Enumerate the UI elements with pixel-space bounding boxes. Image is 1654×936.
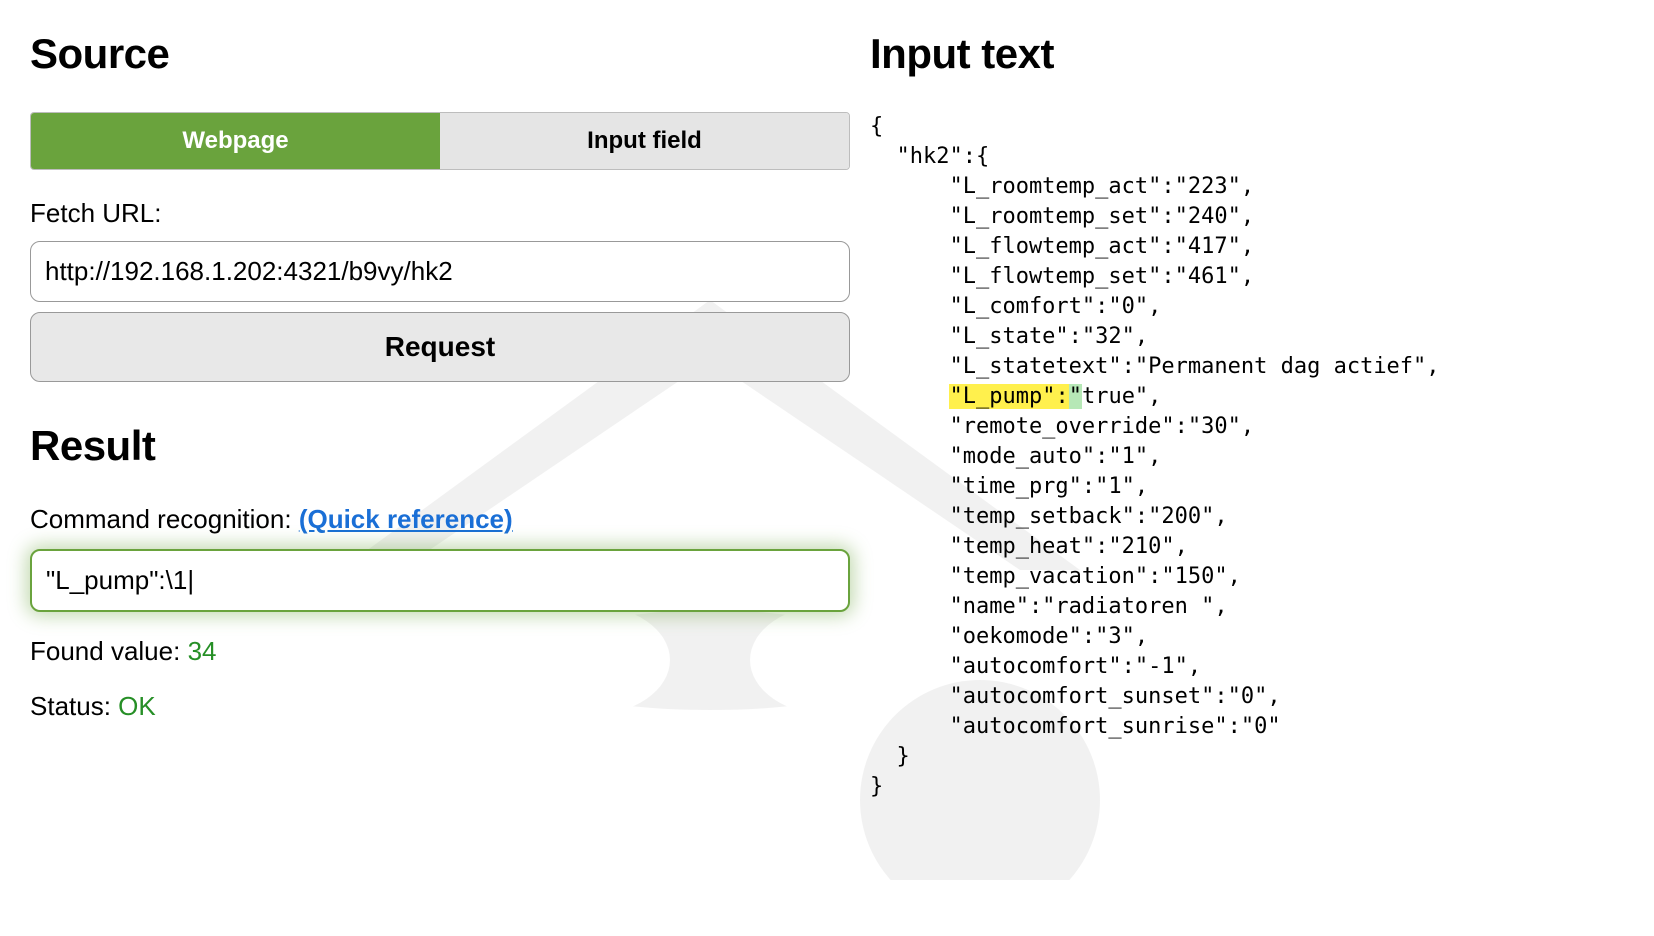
request-button[interactable]: Request — [30, 312, 850, 382]
json-line: "L_state":"32", — [870, 322, 1624, 352]
result-heading: Result — [30, 422, 850, 470]
status-label: Status: — [30, 691, 118, 721]
status-row: Status: OK — [30, 691, 850, 722]
fetch-url-input[interactable] — [30, 241, 850, 302]
command-recognition-label: Command recognition: — [30, 504, 299, 534]
source-tabs: Webpage Input field — [30, 112, 850, 170]
json-line: "L_statetext":"Permanent dag actief", — [870, 352, 1624, 382]
fetch-url-label: Fetch URL: — [30, 198, 850, 229]
tab-input-field[interactable]: Input field — [440, 113, 849, 169]
json-line: "hk2":{ — [870, 142, 1624, 172]
json-line: "temp_setback":"200", — [870, 502, 1624, 532]
json-line: "L_flowtemp_act":"417", — [870, 232, 1624, 262]
input-text-json: { "hk2":{ "L_roomtemp_act":"223", "L_roo… — [870, 112, 1624, 802]
json-line: "L_flowtemp_set":"461", — [870, 262, 1624, 292]
json-line: "L_comfort":"0", — [870, 292, 1624, 322]
found-value-label: Found value: — [30, 636, 188, 666]
found-value-row: Found value: 34 — [30, 636, 850, 667]
json-line: { — [870, 112, 1624, 142]
json-line: "autocomfort_sunrise":"0" — [870, 712, 1624, 742]
json-line: "mode_auto":"1", — [870, 442, 1624, 472]
command-recognition-row: Command recognition: (Quick reference) — [30, 504, 850, 535]
json-line: "L_roomtemp_act":"223", — [870, 172, 1624, 202]
status-value: OK — [118, 691, 156, 721]
json-line: "oekomode":"3", — [870, 622, 1624, 652]
tab-webpage[interactable]: Webpage — [31, 113, 440, 169]
json-line: } — [870, 772, 1624, 802]
json-line: "remote_override":"30", — [870, 412, 1624, 442]
json-line: "time_prg":"1", — [870, 472, 1624, 502]
json-line: "L_pump":"true", — [870, 382, 1624, 412]
json-line: "name":"radiatoren ", — [870, 592, 1624, 622]
json-highlight-key: "L_pump": — [949, 384, 1068, 409]
quick-reference-link[interactable]: (Quick reference) — [299, 504, 513, 534]
command-recognition-input[interactable] — [30, 549, 850, 612]
json-line: "autocomfort":"-1", — [870, 652, 1624, 682]
json-highlight-value: " — [1069, 384, 1082, 409]
json-line: "L_roomtemp_set":"240", — [870, 202, 1624, 232]
json-line: "autocomfort_sunset":"0", — [870, 682, 1624, 712]
source-heading: Source — [30, 30, 850, 78]
json-line: "temp_heat":"210", — [870, 532, 1624, 562]
found-value: 34 — [188, 636, 217, 666]
json-line: } — [870, 742, 1624, 772]
input-text-heading: Input text — [870, 30, 1624, 78]
json-line: "temp_vacation":"150", — [870, 562, 1624, 592]
